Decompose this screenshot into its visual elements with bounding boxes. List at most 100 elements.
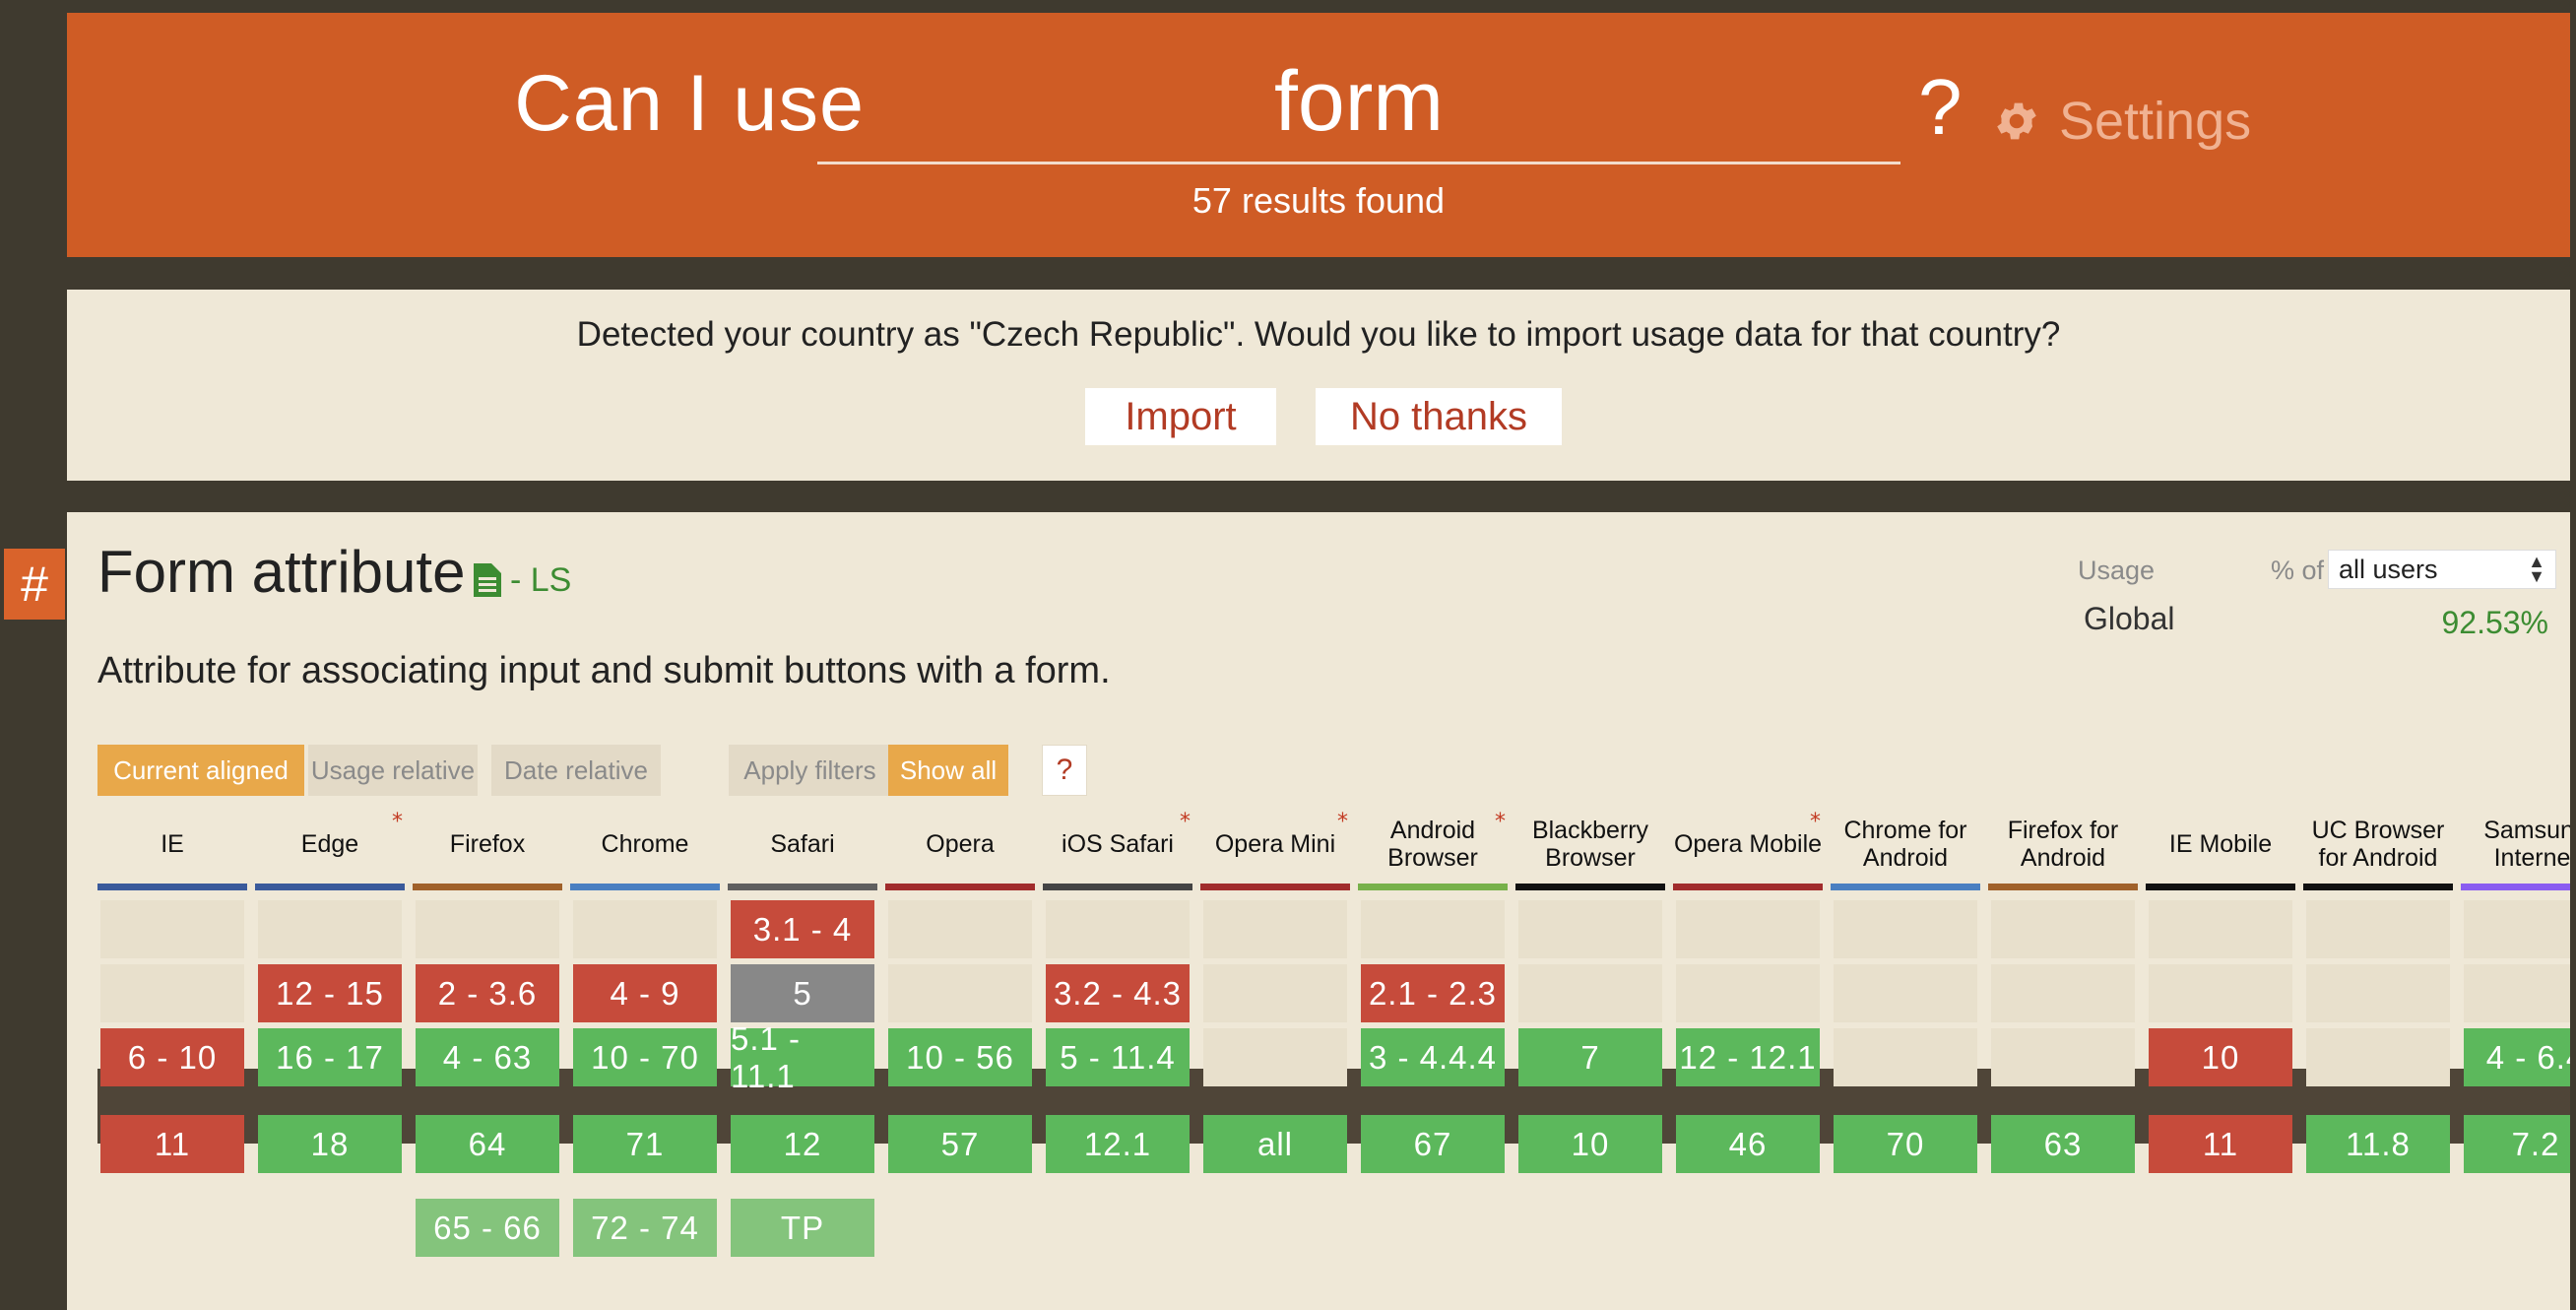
filters-help-button[interactable]: ? [1042,745,1087,796]
browser-name[interactable]: UC Browser for Android [2303,808,2453,881]
current-version-cell[interactable]: 63 [1991,1115,2135,1173]
search-input[interactable] [817,42,1900,164]
version-cell[interactable]: 10 [2149,1028,2292,1086]
current-version-cell[interactable]: 12.1 [1046,1115,1190,1173]
settings-button[interactable]: Settings [1992,87,2251,156]
browser-name[interactable]: Opera [885,808,1035,881]
browser-name[interactable]: Opera Mini [1200,808,1350,881]
version-cell[interactable]: 2.1 - 2.3 [1361,964,1505,1022]
browser-color-bar [1515,884,1665,890]
current-version-cell[interactable]: 71 [573,1115,717,1173]
browser-name[interactable]: Blackberry Browser [1515,808,1665,881]
help-question-mark[interactable]: ? [1918,62,1963,153]
empty-cell [1046,900,1190,958]
results-count: 57 results found [1191,180,1446,221]
brand-title: Can I use [514,59,865,148]
browser-column: Chrome for Android 70 [1831,808,1980,1241]
version-cell[interactable]: 4 - 9 [573,964,717,1022]
browser-column: Opera Mobile * 12 - 12.1 46 [1673,808,1823,1241]
version-cell[interactable]: 10 - 70 [573,1028,717,1086]
no-thanks-button[interactable]: No thanks [1316,388,1562,445]
version-cell[interactable]: 72 - 74 [573,1199,717,1257]
current-version-cell[interactable]: 7.2 [2464,1115,2570,1173]
browser-color-bar [1988,884,2138,890]
current-version-cell[interactable]: 70 [1834,1115,1977,1173]
current-aligned-button[interactable]: Current aligned [97,745,304,796]
version-cell[interactable]: 12 - 15 [258,964,402,1022]
import-button[interactable]: Import [1085,388,1276,445]
empty-cell [1203,900,1347,958]
current-version-cell[interactable]: 64 [416,1115,559,1173]
browser-name[interactable]: Chrome [570,808,720,881]
current-version-cell[interactable]: 11 [2149,1115,2292,1173]
browser-name[interactable]: Android Browser [1358,808,1508,881]
version-cell[interactable]: 6 - 10 [100,1028,244,1086]
browser-name[interactable]: Opera Mobile [1673,808,1823,881]
browser-color-bar [255,884,405,890]
browser-name[interactable]: IE [97,808,247,881]
feature-anchor-link[interactable]: # [4,549,65,620]
current-version-cell[interactable]: 12 [731,1115,874,1173]
current-version-cell[interactable]: 57 [888,1115,1032,1173]
version-cell[interactable]: 4 - 63 [416,1028,559,1086]
current-version-cell[interactable]: 67 [1361,1115,1505,1173]
version-cell[interactable]: 3.1 - 4 [731,900,874,958]
empty-cell [888,900,1032,958]
usage-label: Usage [2078,556,2156,585]
usage-relative-button[interactable]: Usage relative [308,745,478,796]
version-cell[interactable]: 7 [1518,1028,1662,1086]
version-cell[interactable]: 10 - 56 [888,1028,1032,1086]
browser-color-bar [728,884,877,890]
version-cell[interactable]: 16 - 17 [258,1028,402,1086]
version-cell[interactable]: 5.1 - 11.1 [731,1020,874,1094]
browser-name[interactable]: iOS Safari [1043,808,1192,881]
empty-cell [888,964,1032,1022]
browser-name[interactable]: Firefox [413,808,562,881]
current-version-cell[interactable]: 11.8 [2306,1115,2450,1173]
browser-column: Edge * 12 - 15 16 - 17 18 [255,808,405,1241]
version-cell[interactable]: 5 - 11.4 [1046,1028,1190,1086]
document-icon[interactable] [474,563,501,597]
browser-color-bar [2461,884,2570,890]
browser-color-bar [1043,884,1192,890]
gear-icon [1997,102,2036,140]
version-cell[interactable]: 2 - 3.6 [416,964,559,1022]
version-cell[interactable]: TP [731,1199,874,1257]
browser-name[interactable]: Safari [728,808,877,881]
date-relative-button[interactable]: Date relative [491,745,661,796]
empty-cell [1834,1028,1977,1086]
browser-name[interactable]: Edge [255,808,405,881]
feature-title[interactable]: Form attribute [97,538,465,606]
browser-name[interactable]: IE Mobile [2146,808,2295,881]
version-cell[interactable]: 3.2 - 4.3 [1046,964,1190,1022]
current-version-cell[interactable]: 11 [100,1115,244,1173]
browser-color-bar [1831,884,1980,890]
browser-color-bar [97,884,247,890]
version-cell[interactable]: 5 [731,964,874,1022]
current-version-cell[interactable]: all [1203,1115,1347,1173]
browser-name[interactable]: Firefox for Android [1988,808,2138,881]
empty-cell [1676,964,1820,1022]
browser-color-bar [570,884,720,890]
current-version-cell[interactable]: 46 [1676,1115,1820,1173]
show-all-button[interactable]: Show all [888,745,1008,796]
browser-color-bar [2146,884,2295,890]
current-version-cell[interactable]: 18 [258,1115,402,1173]
version-cell[interactable]: 65 - 66 [416,1199,559,1257]
current-version-cell[interactable]: 10 [1518,1115,1662,1173]
browser-column: IE Mobile 10 11 [2146,808,2295,1241]
empty-cell [1518,900,1662,958]
users-select[interactable]: all users ▲ ▼ [2328,550,2556,589]
apply-filters-button[interactable]: Apply filters [729,745,891,796]
browser-name[interactable]: Chrome for Android [1831,808,1980,881]
browser-name[interactable]: Samsung Internet [2461,808,2570,881]
version-cell[interactable]: 3 - 4.4.4 [1361,1028,1505,1086]
version-cell[interactable]: 12 - 12.1 [1676,1028,1820,1086]
version-cell[interactable]: 4 - 6.4 [2464,1028,2570,1086]
notes-asterisk-icon: * [1337,810,1348,834]
empty-cell [2306,1028,2450,1086]
users-select-value: all users [2339,554,2438,584]
empty-cell [100,900,244,958]
browser-column: UC Browser for Android 11.8 [2303,808,2453,1241]
global-usage-percent: 92.53% [2441,605,2548,640]
